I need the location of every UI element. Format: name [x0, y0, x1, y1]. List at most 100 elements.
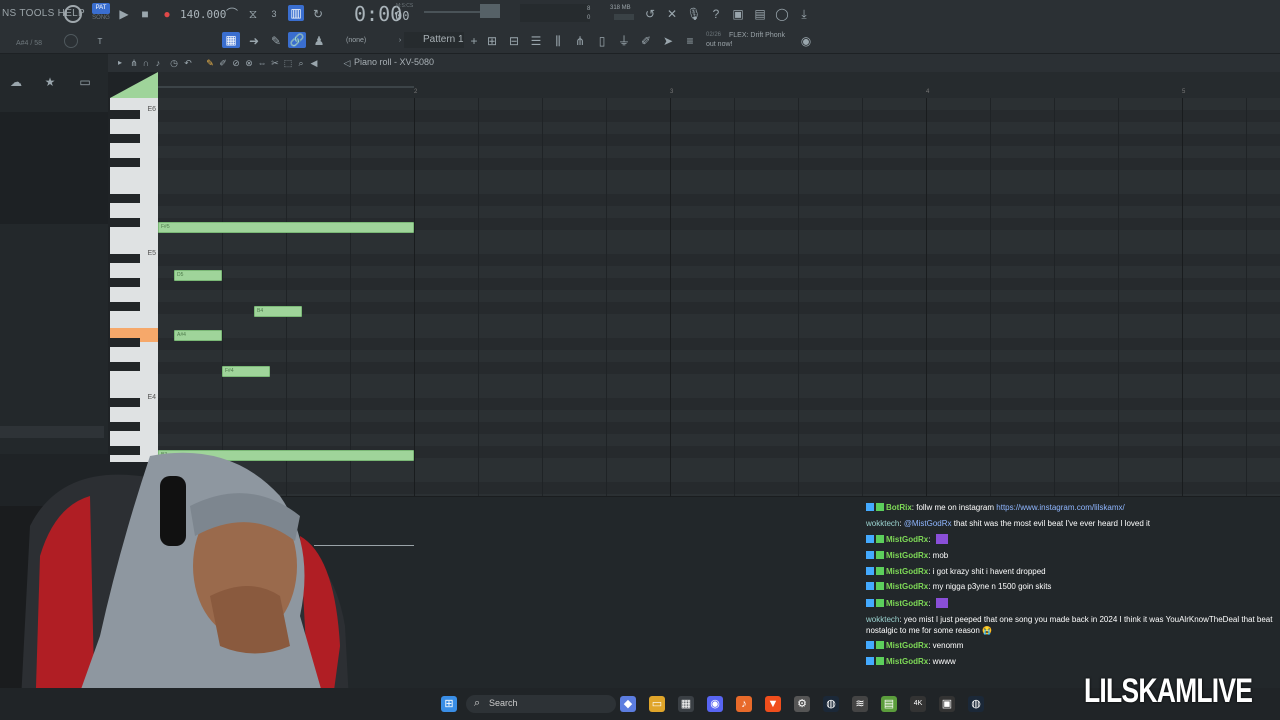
send-icon[interactable]: ➤: [660, 33, 676, 49]
chat-mention[interactable]: @MistGodRx: [904, 519, 952, 528]
chat-username[interactable]: MistGodRx: [886, 582, 928, 591]
brave-icon[interactable]: ▼: [765, 696, 781, 712]
browser-list[interactable]: [0, 112, 108, 224]
piano-roll-icon[interactable]: ☰: [528, 33, 544, 49]
zoom-corner[interactable]: [110, 72, 158, 98]
black-key[interactable]: [110, 422, 140, 431]
4k-icon[interactable]: 4K: [910, 696, 926, 712]
black-key[interactable]: [110, 218, 140, 227]
black-key[interactable]: [110, 158, 140, 167]
brush-icon[interactable]: ✐: [638, 33, 654, 49]
taskbar-search[interactable]: ⌕ Search: [466, 695, 616, 713]
wait-input-icon[interactable]: ⧖: [245, 6, 261, 22]
mixer-faders-icon[interactable]: ⫼: [550, 33, 566, 49]
piano-keyboard[interactable]: E6 E5 E4: [110, 98, 158, 462]
plug-icon[interactable]: ⏚: [616, 33, 632, 49]
chat-username[interactable]: MistGodRx: [886, 567, 928, 576]
black-key[interactable]: [110, 338, 140, 347]
pencil-tool-icon[interactable]: ✎: [268, 33, 284, 49]
cart-icon[interactable]: ≡: [682, 33, 698, 49]
black-key[interactable]: [110, 398, 140, 407]
hint-knob[interactable]: [64, 34, 78, 48]
store-icon[interactable]: ▦: [678, 696, 694, 712]
pattern-name[interactable]: Pattern 1: [423, 34, 464, 45]
cloud-icon[interactable]: ☁: [8, 74, 24, 90]
note[interactable]: F#5: [158, 222, 414, 233]
copilot-icon[interactable]: ◆: [620, 696, 636, 712]
capture-icon[interactable]: ▣: [939, 696, 955, 712]
steam-icon-2[interactable]: ◍: [968, 696, 984, 712]
loop-bar[interactable]: [158, 86, 414, 88]
file-explorer-icon[interactable]: ▭: [649, 696, 665, 712]
discord-icon[interactable]: ◉: [707, 696, 723, 712]
online-icon[interactable]: ◉: [798, 33, 814, 49]
chat-username[interactable]: wokktech: [866, 519, 899, 528]
playlist-icon[interactable]: ▦: [222, 32, 240, 48]
chat-link[interactable]: https://www.instagram.com/lilskamx/: [996, 503, 1124, 512]
stamp-icon[interactable]: ♟: [311, 33, 327, 49]
chat-username[interactable]: BotRix: [886, 503, 912, 512]
news-text-2[interactable]: out now!: [706, 41, 732, 48]
minecraft-icon[interactable]: ▤: [881, 696, 897, 712]
add-pattern-icon[interactable]: +: [466, 33, 482, 49]
master-volume-knob[interactable]: [64, 5, 82, 23]
browser-scroll[interactable]: [0, 426, 104, 438]
black-key[interactable]: [110, 362, 140, 371]
mixer-icon[interactable]: ⊞: [484, 33, 500, 49]
pat-mode-button[interactable]: PAT: [92, 3, 110, 14]
chat-username[interactable]: MistGodRx: [886, 657, 928, 666]
help-icon[interactable]: ?: [708, 6, 724, 22]
song-mode-button[interactable]: SONG: [92, 15, 110, 24]
chat-username[interactable]: MistGodRx: [886, 599, 928, 608]
save-icon[interactable]: ▣: [730, 6, 746, 22]
chat-username[interactable]: MistGodRx: [886, 535, 928, 544]
note[interactable]: D5: [174, 270, 222, 281]
black-key[interactable]: [110, 110, 140, 119]
note[interactable]: A#4: [174, 330, 222, 341]
record-icon[interactable]: ●: [159, 6, 175, 22]
black-key[interactable]: [110, 134, 140, 143]
channel-icon[interactable]: T: [92, 34, 108, 50]
chat-username[interactable]: MistGodRx: [886, 551, 928, 560]
star-icon[interactable]: ★: [42, 74, 58, 90]
microphone-icon[interactable]: 🎙: [686, 6, 702, 22]
plugin-icon[interactable]: ▤: [752, 6, 768, 22]
chat-username[interactable]: MistGodRx: [886, 641, 928, 650]
fl-studio-icon[interactable]: ♪: [736, 696, 752, 712]
note[interactable]: F#4: [222, 366, 270, 377]
panic-icon[interactable]: ✕: [664, 6, 680, 22]
refresh-icon[interactable]: ↺: [642, 6, 658, 22]
download-icon[interactable]: ⤓: [796, 6, 812, 22]
playback-tool-icon[interactable]: ◀: [306, 55, 322, 71]
black-key[interactable]: [110, 254, 140, 263]
note-grid[interactable]: F#5D5B4A#4F#4B3: [158, 98, 1280, 496]
note[interactable]: B4: [254, 306, 302, 317]
app-icon[interactable]: ≋: [852, 696, 868, 712]
tree-icon[interactable]: ⋔: [572, 33, 588, 49]
master-pitch-handle[interactable]: [480, 4, 500, 18]
chat-username[interactable]: wokktech: [866, 615, 899, 624]
tempo-display[interactable]: 140.000: [180, 8, 226, 21]
loop-record-icon[interactable]: ↻: [310, 6, 326, 22]
black-key[interactable]: [110, 194, 140, 203]
news-text[interactable]: FLEX: Drift Phonk: [729, 32, 785, 39]
steam-icon[interactable]: ◍: [823, 696, 839, 712]
link-icon[interactable]: 🔗: [288, 32, 306, 48]
clipboard-icon[interactable]: ▯: [594, 33, 610, 49]
metronome-icon[interactable]: ⌒: [224, 6, 240, 22]
windows-start-icon[interactable]: ⊞: [441, 696, 457, 712]
stop-icon[interactable]: ■: [137, 6, 153, 22]
channel-rack-icon[interactable]: ⊟: [506, 33, 522, 49]
arrow-right-icon[interactable]: ➜: [246, 33, 262, 49]
timeline-ruler[interactable]: 2 3 4 5: [158, 72, 1280, 98]
speaker-icon[interactable]: ◁: [339, 55, 355, 71]
undo-icon[interactable]: ↶: [180, 55, 196, 71]
master-pitch-slider[interactable]: [424, 11, 480, 13]
pattern-selector[interactable]: (none): [346, 37, 366, 44]
black-key[interactable]: [110, 302, 140, 311]
tool-icon[interactable]: ♪: [150, 55, 166, 71]
black-key[interactable]: [110, 278, 140, 287]
settings-icon[interactable]: ⚙: [794, 696, 810, 712]
folder-icon[interactable]: ▭: [77, 74, 93, 90]
countdown-icon[interactable]: 3: [266, 6, 282, 22]
